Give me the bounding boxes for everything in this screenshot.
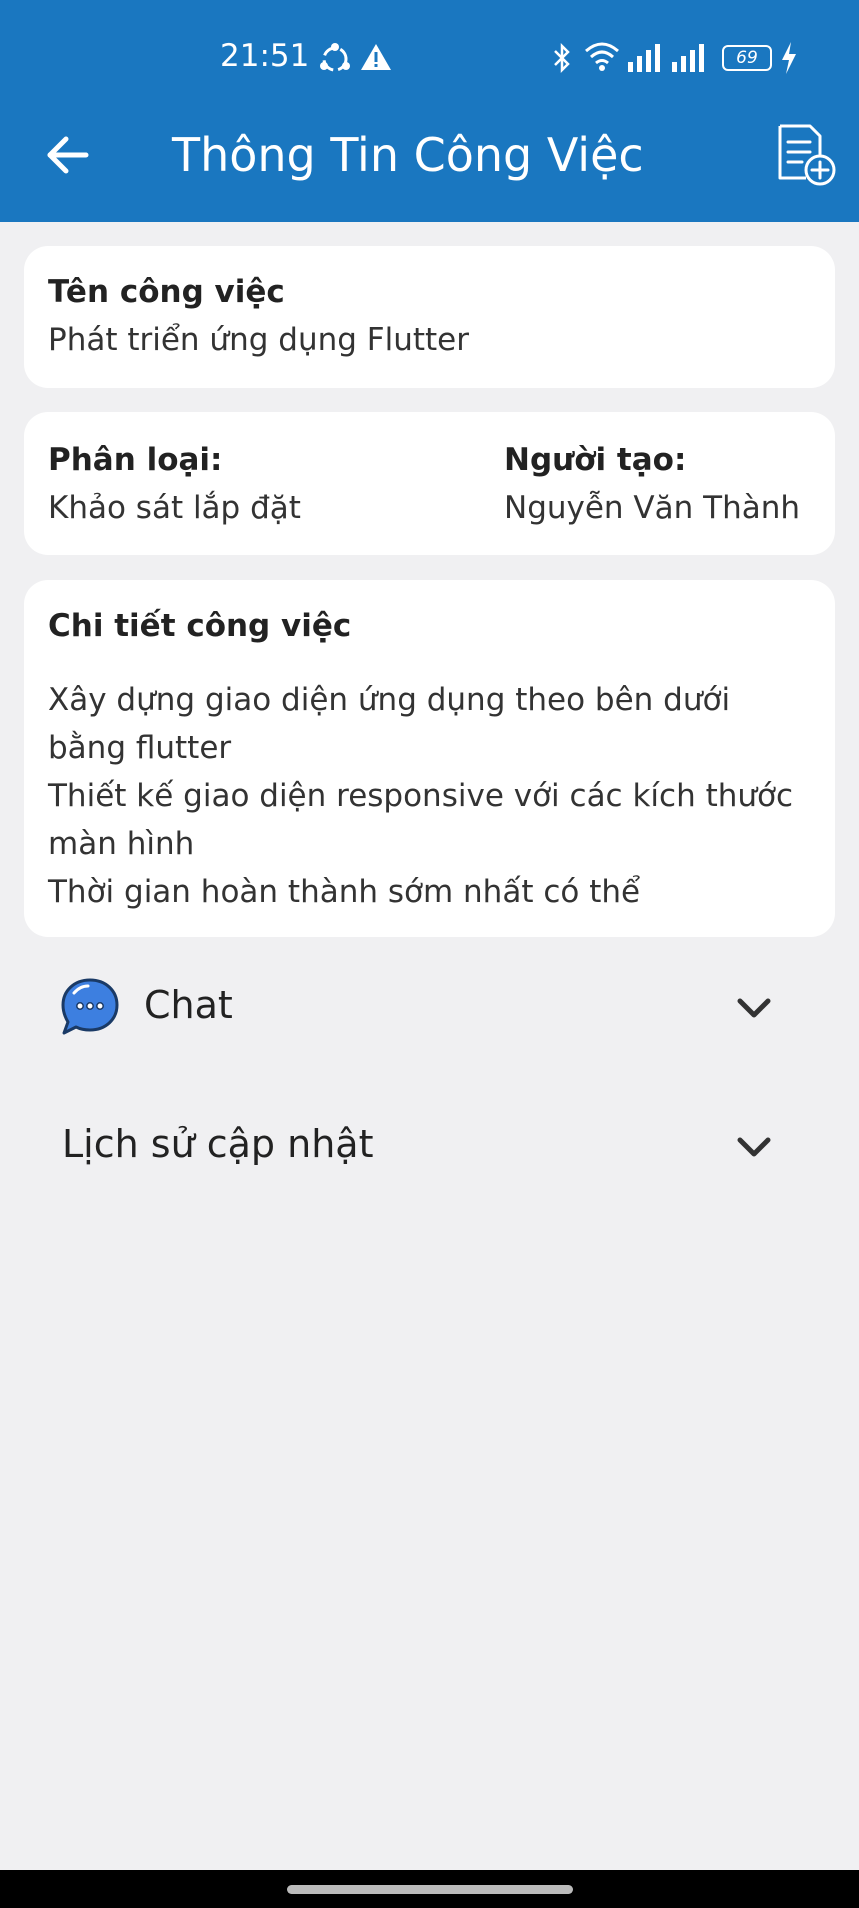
details-text: Xây dựng giao diện ứng dụng theo bên dướ…	[48, 676, 828, 916]
signal-icon	[628, 44, 660, 72]
creator-value: Nguyễn Văn Thành	[504, 490, 801, 526]
details-label: Chi tiết công việc	[48, 608, 352, 644]
task-name-value: Phát triển ứng dụng Flutter	[48, 322, 469, 358]
home-indicator[interactable]	[287, 1885, 573, 1894]
signal-icon	[672, 44, 704, 72]
task-name-card: Tên công việc Phát triển ứng dụng Flutte…	[24, 246, 835, 388]
category-label: Phân loại:	[48, 442, 223, 478]
page-title: Thông Tin Công Việc	[172, 128, 644, 182]
details-card: Chi tiết công việc Xây dựng giao diện ứn…	[24, 580, 835, 937]
details-line: Thiết kế giao diện responsive với các kí…	[48, 778, 794, 814]
wifi-icon	[585, 42, 619, 71]
back-button[interactable]	[38, 125, 98, 185]
chat-bubble-icon	[61, 978, 119, 1035]
meta-card: Phân loại: Khảo sát lắp đặt Người tạo: N…	[24, 412, 835, 555]
document-add-icon	[778, 124, 836, 186]
battery-level: 69	[736, 48, 758, 68]
chat-section-header[interactable]: Chat	[24, 957, 835, 1057]
details-line: Thời gian hoàn thành sớm nhất có thể	[48, 874, 641, 910]
details-line: Xây dựng giao diện ứng dụng theo bên dướ…	[48, 682, 731, 718]
chevron-down-icon[interactable]	[732, 993, 776, 1023]
chevron-down-icon[interactable]	[732, 1132, 776, 1162]
add-document-button[interactable]	[774, 122, 838, 188]
chat-title: Chat	[144, 983, 233, 1027]
bluetooth-icon	[554, 42, 570, 74]
details-line: bằng flutter	[48, 730, 232, 766]
alert-icon	[361, 44, 391, 70]
history-section-header[interactable]: Lịch sử cập nhật	[24, 1096, 835, 1196]
creator-label: Người tạo:	[504, 442, 687, 478]
app-bar: 21:51 69 Thông Tin Công Việc	[0, 0, 859, 222]
charging-icon	[782, 42, 796, 74]
system-nav-bar	[0, 1870, 859, 1908]
sync-icon	[320, 43, 350, 72]
details-line: màn hình	[48, 826, 195, 862]
status-time: 21:51	[220, 38, 310, 74]
task-name-label: Tên công việc	[48, 274, 285, 310]
status-bar: 21:51 69	[0, 0, 859, 115]
battery-icon: 69	[722, 45, 772, 71]
arrow-back-icon	[47, 136, 89, 174]
category-value: Khảo sát lắp đặt	[48, 490, 301, 526]
history-title: Lịch sử cập nhật	[62, 1122, 374, 1166]
